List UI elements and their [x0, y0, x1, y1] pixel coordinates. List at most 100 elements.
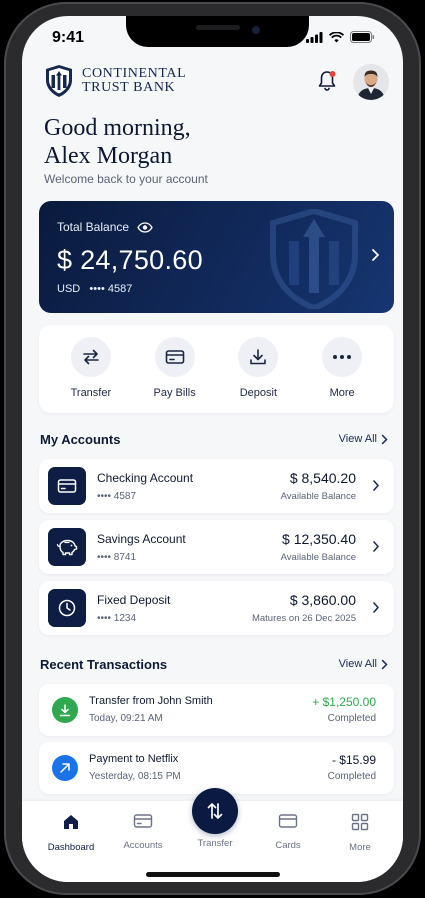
account-name: Savings Account	[97, 532, 186, 546]
recent-transactions-title: Recent Transactions	[40, 657, 168, 672]
wifi-icon	[329, 31, 344, 42]
account-number: •••• 4587	[97, 491, 137, 502]
account-name: Checking Account	[97, 471, 194, 485]
balance-account-number: •••• 4587	[89, 283, 133, 295]
transaction-time: Yesterday, 08:15 PM	[89, 771, 181, 782]
quick-action-label: Pay Bills	[153, 387, 196, 399]
greeting-name: Alex Morgan	[44, 143, 173, 169]
transaction-name: Transfer from John Smith	[89, 695, 213, 707]
bill-card-icon	[154, 337, 195, 377]
account-card-savings[interactable]: Savings Account •••• 8741 $ 12,350.40 Av…	[39, 520, 394, 574]
quick-action-deposit[interactable]: Deposit	[218, 325, 298, 413]
account-balance-caption: Available Balance	[280, 491, 356, 502]
transfer-fab-button[interactable]	[192, 788, 238, 834]
nav-dashboard[interactable]: Dashboard	[36, 813, 106, 853]
notch	[126, 16, 309, 47]
transaction-status: Completed	[327, 771, 376, 782]
account-balance-caption: Matures on 26 Dec 2025	[251, 613, 356, 624]
nav-more[interactable]: More	[325, 813, 395, 853]
quick-action-transfer[interactable]: Transfer	[51, 325, 131, 413]
nav-accounts[interactable]: Accounts	[108, 813, 178, 851]
piggy-bank-icon	[48, 528, 86, 566]
my-accounts-header: My Accounts View All	[40, 432, 388, 452]
avatar[interactable]	[353, 64, 389, 100]
balance-account-info: USD •••• 4587	[57, 283, 132, 295]
total-balance-text: Total Balance	[57, 220, 130, 234]
account-name: Fixed Deposit	[97, 593, 171, 607]
quick-action-label: Transfer	[70, 387, 112, 399]
transfer-fab-label: Transfer	[197, 838, 233, 849]
quick-action-more[interactable]: More	[302, 325, 382, 413]
home-indicator	[146, 872, 280, 877]
total-balance-card[interactable]: Total Balance $ 24,750.60 USD •••• 4587	[39, 201, 394, 313]
bank-logo: CONTINENTAL TRUST BANK	[44, 64, 186, 98]
eye-icon[interactable]	[137, 221, 153, 233]
card-icon	[278, 814, 298, 828]
account-card-checking[interactable]: Checking Account •••• 4587 $ 8,540.20 Av…	[39, 459, 394, 513]
swap-arrows-icon	[207, 803, 223, 819]
app-screen: 9:41 CONTINENTAL TRUST BANK Good morning…	[22, 16, 403, 882]
nav-label: Cards	[275, 840, 301, 851]
account-balance-caption: Available Balance	[280, 552, 356, 563]
account-balance: $ 8,540.20	[289, 470, 356, 486]
transaction-time: Today, 09:21 AM	[89, 713, 163, 724]
transaction-name: Payment to Netflix	[89, 753, 179, 765]
transactions-view-all-link[interactable]: View All	[339, 658, 388, 670]
quick-action-pay-bills[interactable]: Pay Bills	[135, 325, 215, 413]
total-balance-amount: $ 24,750.60	[57, 245, 203, 275]
transaction-status: Completed	[327, 713, 376, 724]
nav-label: More	[349, 842, 371, 853]
user-avatar-icon	[353, 64, 389, 100]
clock-icon	[48, 589, 86, 627]
chevron-right-icon	[381, 434, 388, 444]
card-watermark-shield-icon	[269, 207, 359, 313]
bank-name-line2: TRUST BANK	[82, 80, 176, 95]
quick-action-label: Deposit	[239, 387, 278, 399]
chevron-right-icon	[372, 479, 380, 497]
balance-currency: USD	[57, 283, 81, 295]
phone-frame: 9:41 CONTINENTAL TRUST BANK Good morning…	[4, 2, 421, 895]
transfer-icon	[70, 337, 111, 377]
bank-name-line1: CONTINENTAL	[82, 66, 187, 81]
deposit-icon	[238, 337, 279, 377]
account-balance: $ 3,860.00	[289, 592, 356, 608]
account-card-fixed-deposit[interactable]: Fixed Deposit •••• 1234 $ 3,860.00 Matur…	[39, 581, 394, 635]
my-accounts-title: My Accounts	[40, 432, 121, 447]
total-balance-label: Total Balance	[57, 220, 153, 234]
chevron-right-icon	[381, 659, 388, 669]
more-dots-icon	[322, 337, 363, 377]
notification-button[interactable]	[317, 70, 337, 97]
home-icon	[64, 815, 78, 829]
battery-icon	[350, 31, 375, 43]
quick-actions: Transfer Pay Bills Deposit More	[39, 325, 394, 413]
bell-icon	[318, 71, 336, 91]
nav-cards[interactable]: Cards	[253, 813, 323, 851]
transaction-amount: + $1,250.00	[312, 695, 376, 709]
account-number: •••• 8741	[97, 552, 137, 563]
app-header: CONTINENTAL TRUST BANK	[44, 64, 389, 104]
greeting-title: Good morning, Alex Morgan	[44, 114, 344, 170]
chevron-right-icon	[372, 601, 380, 619]
transaction-row[interactable]: Transfer from John Smith Today, 09:21 AM…	[39, 684, 394, 736]
card-icon	[48, 467, 86, 505]
account-number: •••• 1234	[97, 613, 137, 624]
balance-card-chevron-icon[interactable]	[371, 248, 380, 267]
view-all-label: View All	[338, 658, 377, 670]
signal-icon	[306, 31, 323, 43]
status-time: 9:41	[52, 29, 85, 46]
recent-transactions-header: Recent Transactions View All	[40, 657, 388, 677]
transaction-row[interactable]: Payment to Netflix Yesterday, 08:15 PM -…	[39, 742, 394, 794]
card-icon	[133, 814, 153, 828]
grid-icon	[351, 813, 369, 831]
outgoing-arrow-icon	[52, 755, 78, 781]
bank-name: CONTINENTAL TRUST BANK	[82, 67, 186, 95]
nav-label: Accounts	[123, 840, 163, 851]
incoming-download-icon	[52, 697, 78, 723]
view-all-label: View All	[338, 433, 377, 445]
shield-logo-icon	[46, 65, 72, 97]
accounts-view-all-link[interactable]: View All	[339, 433, 388, 445]
account-balance: $ 12,350.40	[282, 531, 356, 547]
quick-action-label: More	[329, 387, 355, 399]
transaction-amount: - $15.99	[331, 753, 376, 767]
status-icons	[306, 31, 375, 43]
